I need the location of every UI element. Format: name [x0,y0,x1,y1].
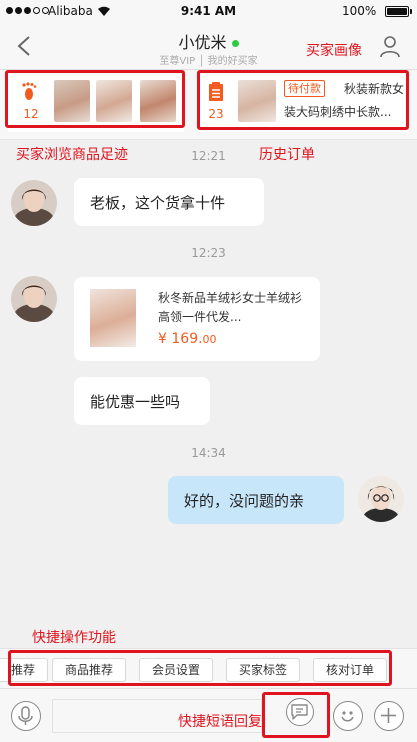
message-timestamp: 12:23 [191,246,226,260]
quick-reply-annotation-box [262,692,330,738]
footprint-annotation-box [5,70,185,128]
orders-annotation-label: 历史订单 [259,147,315,163]
product-card-message[interactable]: 秋冬新品羊绒衫女士羊绒衫高领一件代发... ¥ 169.00 [74,277,320,361]
battery-percent: 100% [342,4,377,18]
price-decimal: 00 [202,333,217,346]
product-title: 秋冬新品羊绒衫女士羊绒衫高领一件代发... [158,291,303,324]
my-message-bubble[interactable]: 好的，没问题的亲 [168,476,344,524]
battery-icon [385,6,409,17]
microphone-icon [18,706,33,725]
chat-message-list[interactable]: 12:21 老板，这个货拿十件 12:23 秋冬新品羊绒衫女士羊绒衫高领一件代发… [0,140,417,648]
more-options-button[interactable] [374,701,404,731]
status-bar: Alibaba 9:41 AM 100% [0,0,417,22]
contact-name-text: 小优米 [178,33,227,52]
message-timestamp: 14:34 [191,446,226,460]
quick-reply-annotation-label: 快捷短语回复 [178,714,262,730]
message-text: 好的，没问题的亲 [184,492,305,510]
online-status-dot [231,40,239,47]
quick-actions-annotation-label: 快捷操作功能 [32,630,116,646]
message-text: 老板，这个货拿十件 [90,194,226,212]
price-integer: 169. [171,331,203,347]
buyer-avatar[interactable] [11,276,57,322]
voice-button[interactable] [11,701,41,731]
product-price: ¥ 169.00 [158,331,217,347]
smiley-icon [341,711,354,722]
message-bubble[interactable]: 老板，这个货拿十件 [74,178,264,226]
footprint-annotation-label: 买家浏览商品足迹 [16,147,128,163]
orders-annotation-box [197,70,409,130]
product-image [90,289,136,347]
profile-annotation-label: 买家画像 [306,43,362,59]
buyer-avatar[interactable] [11,180,57,226]
seller-avatar[interactable] [358,476,404,522]
quick-actions-annotation-box [8,650,392,686]
message-text: 能优惠一些吗 [90,393,181,411]
price-symbol: ¥ [158,331,167,347]
battery-tip [410,9,412,14]
buyer-profile-icon[interactable] [378,34,402,58]
emoji-button[interactable] [333,701,363,731]
plus-icon [381,708,396,723]
message-bubble[interactable]: 能优惠一些吗 [74,377,210,425]
